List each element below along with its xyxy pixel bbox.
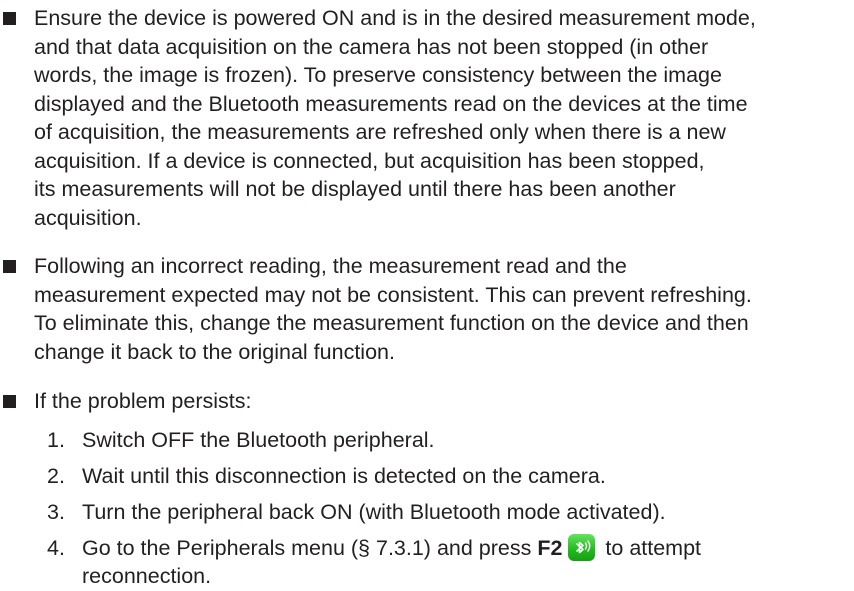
bullet-text: If the problem persists: xyxy=(34,387,854,416)
step-text: Switch OFF the Bluetooth peripheral. xyxy=(82,428,435,452)
text-line: words, the image is frozen). To preserve… xyxy=(34,63,722,87)
step-text-after: to attempt xyxy=(599,536,702,560)
text-line: change it back to the original function. xyxy=(34,339,395,364)
square-bullet-icon xyxy=(3,260,16,273)
text-line: displayed and the Bluetooth measurements… xyxy=(34,91,748,116)
f2-key-label: F2 xyxy=(537,536,563,560)
text-line: Ensure the device is powered ON and is i… xyxy=(34,6,756,30)
square-bullet-icon xyxy=(3,12,16,25)
text-line: If the problem persists: xyxy=(34,389,252,413)
step-text: Turn the peripheral back ON (with Blueto… xyxy=(82,500,666,524)
step-number: 2. xyxy=(47,464,65,488)
document-page: Ensure the device is powered ON and is i… xyxy=(0,0,854,589)
text-line: its measurements will not be displayed u… xyxy=(34,177,676,201)
square-bullet-icon xyxy=(3,395,16,408)
text-line: acquisition. xyxy=(34,205,142,230)
bullet-text: Ensure the device is powered ON and is i… xyxy=(34,4,854,232)
step-text: Wait until this disconnection is detecte… xyxy=(82,464,606,488)
text-line: To eliminate this, change the measuremen… xyxy=(34,311,749,335)
step-number: 1. xyxy=(47,428,65,452)
step-number: 3. xyxy=(47,500,65,524)
text-line: Following an incorrect reading, the meas… xyxy=(34,254,627,278)
bullet-text: Following an incorrect reading, the meas… xyxy=(34,252,854,366)
text-line: measurement expected may not be consiste… xyxy=(34,282,752,307)
step-text-continuation: reconnection. xyxy=(82,564,212,588)
step-number: 4. xyxy=(47,536,65,560)
text-line: of acquisition, the measurements are ref… xyxy=(34,120,726,144)
step-text-before: Go to the Peripherals menu (§ 7.3.1) and… xyxy=(82,536,538,560)
bluetooth-reconnect-icon xyxy=(568,534,596,561)
step-text: Go to the Peripherals menu (§ 7.3.1) and… xyxy=(82,534,701,563)
text-line: acquisition. If a device is connected, b… xyxy=(34,148,705,173)
text-line: and that data acquisition on the camera … xyxy=(34,34,709,59)
